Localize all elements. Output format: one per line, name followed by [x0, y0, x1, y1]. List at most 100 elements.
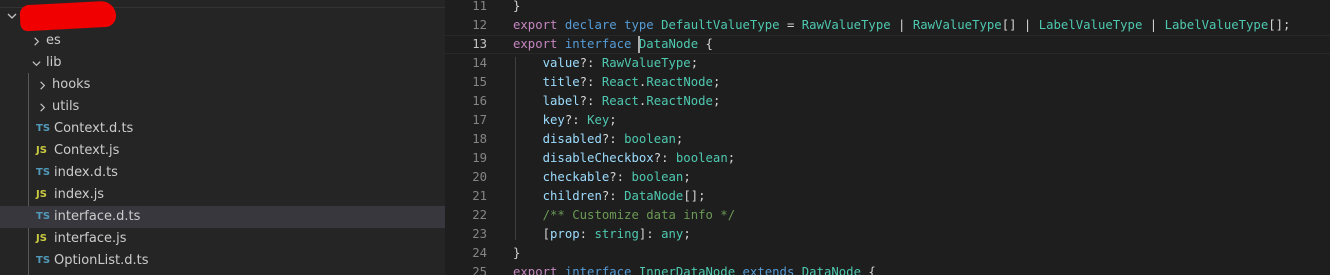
code-token: type — [624, 18, 654, 32]
code-text: } — [513, 0, 520, 16]
line-number: 15 — [472, 75, 487, 89]
tree-file-item[interactable]: TS Context.d.ts — [0, 118, 445, 140]
code-token: = — [779, 18, 802, 32]
code-text: disabled?: boolean; — [513, 130, 684, 149]
code-token: React — [601, 75, 639, 89]
tree-folder-lib[interactable]: lib — [0, 52, 445, 74]
code-token: []; — [1268, 18, 1291, 32]
chevron-right-icon[interactable] — [30, 30, 42, 52]
line-number: 13 — [472, 37, 487, 51]
code-token: LabelValueType — [1164, 18, 1269, 32]
code-token: { — [861, 265, 876, 275]
code-line[interactable]: 20 checkable?: boolean; — [445, 168, 1330, 187]
code-text: key?: Key; — [513, 111, 617, 130]
line-number: 23 — [472, 227, 487, 241]
code-token: ]: — [638, 227, 662, 241]
code-token: extends — [742, 265, 795, 275]
typescript-file-icon: TS — [36, 255, 51, 266]
tree-file-item[interactable]: TS OptionList.d.ts — [0, 250, 445, 272]
code-token: | — [890, 18, 913, 32]
code-token: ?: — [579, 56, 602, 70]
code-line[interactable]: 15 title?: React.ReactNode; — [445, 73, 1330, 92]
code-line[interactable]: 16 label?: React.ReactNode; — [445, 92, 1330, 111]
code-token: } — [513, 0, 521, 13]
code-token: export — [513, 18, 558, 32]
chevron-down-icon[interactable] — [6, 10, 18, 22]
code-token: ReactNode — [646, 75, 713, 89]
code-token: checkable — [542, 170, 610, 184]
explorer-panel: es lib hooks utils TS Context.d.ts JS Context.j… — [0, 0, 445, 275]
code-token: } — [513, 246, 521, 260]
code-token: ; — [712, 75, 721, 89]
code-line[interactable]: 24} — [445, 244, 1330, 263]
code-token: RawValueType — [601, 56, 691, 70]
code-token: ; — [675, 132, 684, 146]
code-token: [ — [513, 227, 551, 241]
code-token: [] | — [1001, 18, 1039, 32]
code-line[interactable]: 25 export interface InnerDataNode extends… — [445, 263, 1330, 275]
code-line[interactable]: 11} — [445, 0, 1330, 16]
tree-file-item[interactable]: JS index.js — [0, 184, 445, 206]
code-text: } — [513, 244, 520, 263]
code-token: { — [698, 37, 713, 51]
explorer-root-row[interactable] — [0, 0, 445, 32]
code-text: [prop: string]: any; — [513, 225, 691, 244]
tree-folder-utils[interactable]: utils — [0, 96, 445, 118]
code-line[interactable]: 21 children?: DataNode[]; — [445, 187, 1330, 206]
chevron-down-icon[interactable] — [30, 52, 42, 74]
code-line[interactable]: 19 disableCheckbox?: boolean; — [445, 149, 1330, 168]
tree-file-item[interactable]: TS interface.d.ts — [0, 206, 445, 228]
code-token: value — [542, 56, 580, 70]
code-line[interactable]: 22 /** Customize data info */ — [445, 206, 1330, 225]
code-token: declare — [564, 18, 617, 32]
tree-file-item[interactable]: TS index.d.ts — [0, 162, 445, 184]
tree-file-label: Context.d.ts — [54, 121, 134, 136]
tree-file-item[interactable]: JS Context.js — [0, 140, 445, 162]
code-line[interactable]: 18 disabled?: boolean; — [445, 130, 1330, 149]
code-editor[interactable]: 11} 12 export declare type DefaultValueTyp… — [445, 0, 1330, 275]
tree-folder-label: utils — [52, 99, 80, 114]
code-token: ?: — [653, 151, 676, 165]
tree-file-label: Context.js — [54, 143, 120, 158]
code-token: disableCheckbox — [542, 151, 654, 165]
line-number: 24 — [472, 246, 487, 260]
code-token: ; — [609, 113, 617, 127]
tree-file-label: index.d.ts — [54, 165, 118, 180]
code-line[interactable]: 17 key?: Key; — [445, 111, 1330, 130]
tree-file-label: interface.d.ts — [54, 209, 141, 224]
code-text: value?: RawValueType; — [513, 54, 699, 73]
tree-folder-label: lib — [46, 55, 62, 70]
tree-folder-es[interactable]: es — [0, 30, 445, 52]
line-number: 14 — [472, 56, 487, 70]
code-token: ReactNode — [646, 94, 713, 108]
code-line[interactable]: 13 export interface DataNode { — [445, 35, 1330, 54]
tree-folder-label: hooks — [52, 77, 91, 92]
code-token: interface — [564, 37, 632, 51]
code-token: DataNode — [624, 189, 684, 203]
code-token: interface — [564, 265, 632, 275]
line-number: 12 — [472, 18, 487, 32]
code-text: checkable?: boolean; — [513, 168, 691, 187]
chevron-right-icon[interactable] — [36, 96, 48, 118]
typescript-file-icon: TS — [36, 167, 51, 178]
tree-folder-hooks[interactable]: hooks — [0, 74, 445, 96]
code-line[interactable]: 12 export declare type DefaultValueType =… — [445, 16, 1330, 35]
code-token: prop — [550, 227, 580, 241]
code-line[interactable]: 14 value?: RawValueType; — [445, 54, 1330, 73]
chevron-right-icon[interactable] — [36, 74, 48, 96]
redaction-mark — [19, 0, 117, 32]
code-token: ; — [683, 227, 691, 241]
code-line[interactable]: 23 [prop: string]: any; — [445, 225, 1330, 244]
code-token: ; — [712, 94, 721, 108]
javascript-file-icon: JS — [36, 189, 47, 200]
code-token: ?: — [601, 189, 625, 203]
code-text: label?: React.ReactNode; — [513, 92, 721, 111]
tree-file-item[interactable]: JS interface.js — [0, 228, 445, 250]
